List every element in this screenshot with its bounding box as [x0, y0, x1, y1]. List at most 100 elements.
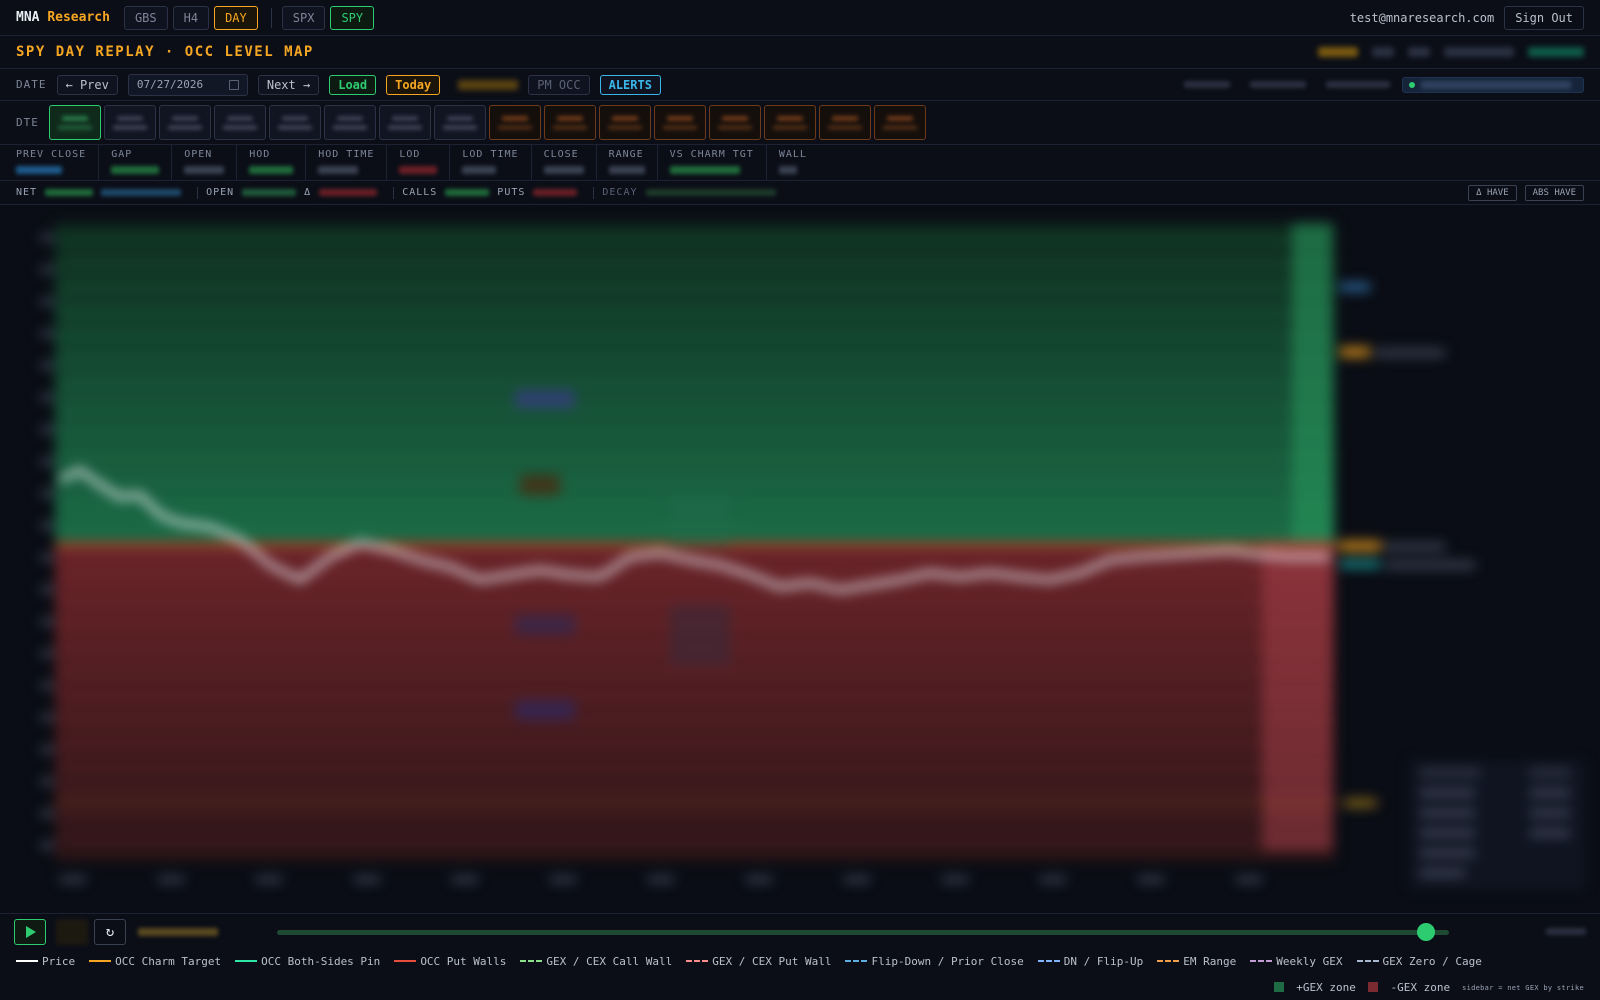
- dte-option[interactable]: [158, 105, 211, 140]
- legend-item[interactable]: GEX Zero / Cage: [1356, 955, 1482, 968]
- right-annotations: [1340, 283, 1475, 807]
- dte-date: [497, 124, 532, 130]
- have-toggle-group: Δ HAVE ABS HAVE: [1460, 184, 1584, 201]
- stat-label: RANGE: [608, 149, 644, 160]
- alerts-button[interactable]: ALERTS: [599, 74, 661, 95]
- replay-chart[interactable]: [0, 205, 1600, 913]
- legend-item[interactable]: GEX / CEX Call Wall: [520, 955, 672, 968]
- dte-option[interactable]: [598, 105, 651, 140]
- dte-option[interactable]: [763, 105, 816, 140]
- play-button[interactable]: [14, 918, 46, 945]
- legend-item[interactable]: Price: [16, 955, 75, 968]
- legend-item[interactable]: EM Range: [1157, 955, 1236, 968]
- abs-have-button[interactable]: ABS HAVE: [1524, 184, 1584, 201]
- toggle[interactable]: [1250, 81, 1306, 88]
- prev-day-button[interactable]: ← Prev: [56, 74, 118, 95]
- dte-option[interactable]: [103, 105, 156, 140]
- chart-legend: Price OCC Charm Target OCC Both-Sides Pin O…: [0, 949, 1600, 973]
- dte-value: [556, 115, 583, 121]
- dte-option[interactable]: [323, 105, 376, 140]
- reset-button[interactable]: ↻: [94, 918, 126, 945]
- refresh-icon: ↻: [105, 923, 115, 940]
- x-tick-label: [452, 877, 478, 882]
- user-email: test@mnaresearch.com: [1349, 10, 1495, 25]
- legend-item-negative-zone: -GEX zone: [1367, 981, 1450, 994]
- date-input[interactable]: 07/27/2026: [127, 73, 248, 96]
- dte-option[interactable]: [378, 105, 431, 140]
- toggle[interactable]: [1326, 81, 1390, 88]
- stat-hod: HOD: [249, 145, 307, 180]
- legend-item[interactable]: DN / Flip-Up: [1037, 955, 1143, 968]
- pause-button[interactable]: [56, 918, 88, 945]
- put-wall-marker: [670, 605, 730, 665]
- load-button[interactable]: Load: [329, 74, 377, 95]
- dte-option[interactable]: [708, 105, 761, 140]
- replay-scrubber-handle[interactable]: [1416, 923, 1435, 941]
- sign-out-button[interactable]: Sign Out: [1504, 5, 1584, 30]
- dte-date: [717, 124, 752, 130]
- dte-date: [277, 124, 312, 130]
- calendar-icon[interactable]: [228, 79, 239, 90]
- open-label: OPEN: [206, 187, 235, 198]
- legend-item[interactable]: GEX / CEX Put Wall: [686, 955, 831, 968]
- dte-option[interactable]: [433, 105, 486, 140]
- y-tick-label: [40, 619, 54, 624]
- stat-wall: WALL: [778, 145, 819, 180]
- dte-date: [827, 124, 862, 130]
- x-tick-label: [354, 877, 380, 882]
- legend-item[interactable]: OCC Put Walls: [394, 955, 506, 968]
- pin-marker: [670, 495, 730, 545]
- y-tick-label: [40, 523, 54, 528]
- mode-gbs-button[interactable]: GBS: [123, 5, 168, 30]
- stat-label: LOD TIME: [462, 149, 519, 160]
- dte-option[interactable]: [268, 105, 321, 140]
- dte-value: [336, 115, 363, 121]
- dte-option[interactable]: [873, 105, 926, 140]
- stat-value: [543, 166, 584, 174]
- dte-value: [171, 115, 198, 121]
- dte-date: [387, 124, 422, 130]
- symbol-spy-button[interactable]: SPY: [330, 5, 375, 30]
- legend-item[interactable]: OCC Charm Target: [89, 955, 221, 968]
- symbol-spx-button[interactable]: SPX: [281, 5, 326, 30]
- dte-option[interactable]: [48, 105, 101, 140]
- dte-value: [611, 115, 638, 121]
- legend-item[interactable]: Flip-Down / Prior Close: [845, 954, 1024, 968]
- dte-value: [501, 115, 528, 121]
- dte-value: [776, 115, 803, 121]
- replay-speed[interactable]: [1546, 928, 1586, 935]
- mode-h4-button[interactable]: H4: [172, 5, 210, 30]
- toggle[interactable]: [1184, 81, 1230, 88]
- dte-value: [446, 115, 473, 121]
- x-tick-label: [550, 877, 576, 882]
- brand-logo[interactable]: MNA Research: [16, 10, 110, 25]
- replay-scrubber-track[interactable]: [277, 930, 1449, 935]
- y-tick-label: [40, 843, 54, 848]
- dte-option[interactable]: [213, 105, 266, 140]
- header-status-group: [1318, 47, 1584, 57]
- legend-label: GEX / CEX Put Wall: [712, 954, 832, 968]
- pm-occ-button[interactable]: PM OCC: [528, 74, 590, 95]
- dte-option[interactable]: [488, 105, 541, 140]
- dte-value: [281, 115, 308, 121]
- today-button[interactable]: Today: [386, 74, 441, 95]
- dte-date: [332, 124, 367, 130]
- mode-day-button[interactable]: DAY: [214, 5, 258, 30]
- dte-option[interactable]: [818, 105, 871, 140]
- next-day-button[interactable]: Next →: [257, 74, 320, 95]
- legend-item[interactable]: OCC Both-Sides Pin: [235, 955, 380, 968]
- legend-swatch: [1356, 960, 1379, 962]
- stat-close: CLOSE: [543, 145, 597, 180]
- dte-option[interactable]: [653, 105, 706, 140]
- dte-value: [226, 115, 253, 121]
- legend-item[interactable]: Weekly GEX: [1250, 955, 1343, 968]
- chart-canvas[interactable]: [0, 205, 1600, 913]
- delta-have-button[interactable]: Δ HAVE: [1468, 184, 1517, 201]
- top-bar: MNA Research GBS H4 DAY SPX SPY test@mna…: [0, 0, 1600, 36]
- delta-label: Δ: [304, 187, 312, 198]
- x-tick-label: [1040, 877, 1066, 882]
- legend-label: Flip-Down / Prior Close: [871, 954, 1024, 968]
- dte-option[interactable]: [543, 105, 596, 140]
- open-value: [242, 189, 297, 196]
- y-tick-label: [40, 299, 54, 304]
